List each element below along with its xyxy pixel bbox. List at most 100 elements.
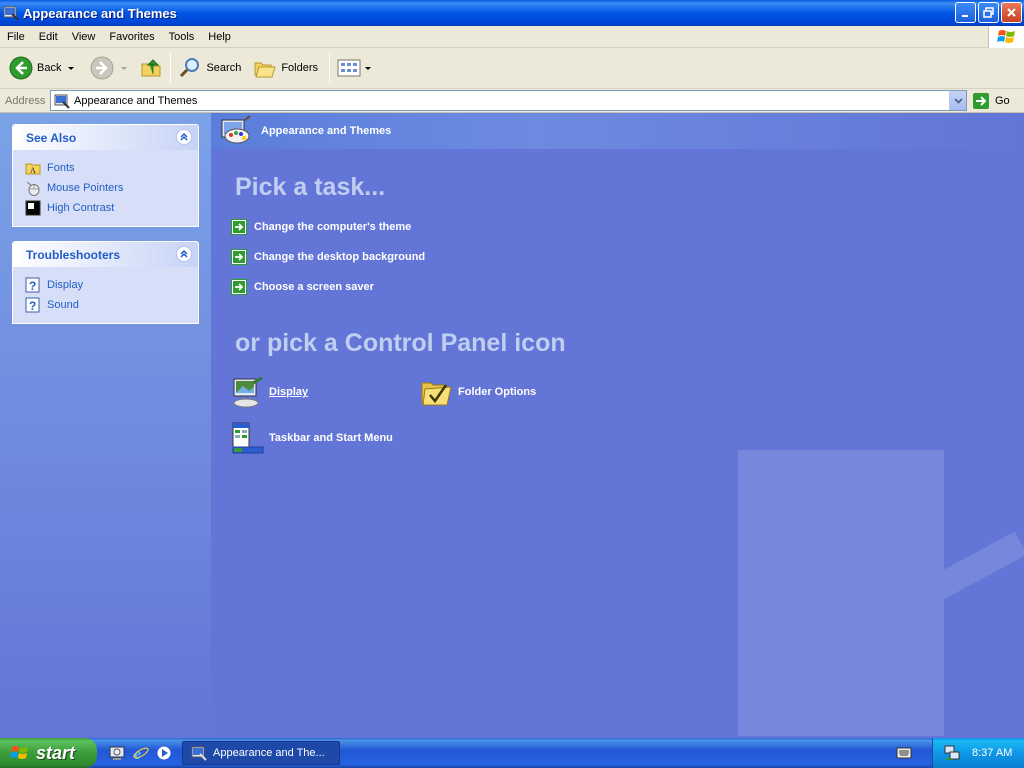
chevron-up-double-icon (180, 249, 188, 258)
folders-label: Folders (281, 62, 319, 74)
taskbar-item-label: Appearance and The... (213, 747, 325, 759)
media-player-icon[interactable] (155, 744, 173, 762)
menu-edit[interactable]: Edit (32, 31, 65, 43)
main-content-pane: Appearance and Themes Pick a task... Cha… (211, 113, 1024, 738)
search-icon (180, 58, 200, 78)
search-label: Search (206, 62, 242, 74)
minimize-icon (962, 15, 968, 17)
toolbar-separator (329, 53, 331, 83)
category-title: Appearance and Themes (261, 125, 392, 137)
sidebar-item-label: Fonts (47, 162, 75, 174)
back-button[interactable]: Back (6, 51, 77, 85)
task-choose-screen-saver[interactable]: Choose a screen saver (231, 279, 374, 295)
menu-file[interactable]: File (0, 31, 32, 43)
network-icon[interactable] (943, 744, 961, 762)
keyboard-icon[interactable] (896, 746, 912, 760)
restore-button[interactable] (978, 2, 999, 23)
fonts-folder-icon: A (25, 163, 41, 175)
sidebar-item-display-troubleshooter[interactable]: ? Display (25, 275, 198, 295)
sidebar-item-label: Display (47, 279, 84, 291)
task-arrow-icon (231, 249, 247, 265)
chevron-up-double-icon (180, 132, 188, 141)
control-panel-display[interactable]: Display (231, 375, 308, 409)
taskbar-item-appearance-themes[interactable]: Appearance and The... (182, 741, 340, 765)
troubleshooters-title: Troubleshooters (26, 247, 121, 262)
control-panel-taskbar-start-menu[interactable]: Taskbar and Start Menu (231, 421, 393, 455)
up-button[interactable] (136, 51, 166, 85)
forward-arrow-icon (90, 56, 114, 80)
views-dropdown-caret[interactable] (365, 66, 372, 70)
category-header: Appearance and Themes (211, 113, 1024, 149)
control-panel-icon (3, 6, 19, 21)
sidebar-item-high-contrast[interactable]: High Contrast (25, 198, 198, 218)
standard-toolbar: Back Search Folders (0, 48, 1024, 89)
svg-text:A: A (30, 166, 36, 175)
clock[interactable]: 8:37 AM (972, 747, 1012, 759)
address-label: Address (5, 94, 46, 107)
system-tray: 8:37 AM (932, 738, 1024, 768)
troubleshooters-panel: Troubleshooters ? Display ? Sound (12, 241, 199, 324)
task-change-desktop-background[interactable]: Change the desktop background (231, 249, 425, 265)
control-panel-folder-options-label: Folder Options (458, 386, 537, 398)
control-panel-folder-options[interactable]: Folder Options (420, 375, 536, 409)
windows-flag-icon (10, 746, 28, 759)
start-button[interactable]: start (0, 738, 97, 768)
sidebar-item-mouse-pointers[interactable]: Mouse Pointers (25, 178, 198, 198)
taskbar-icon (232, 422, 264, 454)
title-bar[interactable]: Appearance and Themes (0, 0, 1024, 26)
control-panel-icon (54, 94, 70, 109)
mouse-icon (26, 181, 40, 196)
go-arrow-icon (973, 92, 989, 109)
folders-button[interactable]: Folders (250, 51, 321, 85)
or-pick-icon-heading: or pick a Control Panel icon (235, 329, 566, 357)
control-panel-taskbar-label: Taskbar and Start Menu (269, 432, 393, 444)
troubleshooters-collapse-button[interactable] (176, 246, 192, 262)
sidebar-item-label: Sound (47, 299, 79, 311)
minimize-button[interactable] (955, 2, 976, 23)
menu-favorites[interactable]: Favorites (102, 31, 161, 43)
sidebar-item-label: High Contrast (47, 202, 115, 214)
see-also-header[interactable]: See Also (13, 125, 198, 150)
sidebar-item-label: Mouse Pointers (47, 182, 124, 194)
address-dropdown-button[interactable] (949, 91, 966, 110)
task-change-theme[interactable]: Change the computer's theme (231, 219, 411, 235)
back-dropdown-caret[interactable] (68, 66, 75, 70)
sidebar-item-fonts[interactable]: A Fonts (25, 158, 198, 178)
help-icon: ? (25, 277, 40, 293)
close-icon (1007, 8, 1016, 17)
troubleshooters-header[interactable]: Troubleshooters (13, 242, 198, 267)
folders-icon (254, 62, 277, 78)
search-button[interactable]: Search (175, 51, 244, 85)
windows-flag-icon (996, 30, 1015, 43)
folder-options-icon (421, 382, 452, 406)
menu-view[interactable]: View (65, 31, 103, 43)
forward-button[interactable] (87, 51, 130, 85)
views-button[interactable] (334, 51, 374, 85)
address-input[interactable]: Appearance and Themes (50, 90, 967, 111)
pick-task-heading: Pick a task... (235, 173, 386, 201)
go-button[interactable]: Go (972, 92, 1010, 110)
see-also-collapse-button[interactable] (176, 129, 192, 145)
taskbar: start e Appearance and The... 8:37 AM (0, 738, 1024, 768)
appearance-themes-icon (221, 115, 251, 144)
windows-flag-logo (988, 26, 1024, 48)
restore-icon (983, 7, 994, 18)
show-desktop-icon[interactable] (108, 744, 126, 762)
close-button[interactable] (1001, 2, 1022, 23)
menu-tools[interactable]: Tools (162, 31, 202, 43)
window-title: Appearance and Themes (23, 5, 177, 21)
menu-help[interactable]: Help (201, 31, 238, 43)
svg-text:?: ? (29, 279, 36, 293)
go-label: Go (995, 94, 1010, 107)
sidebar-item-sound-troubleshooter[interactable]: ? Sound (25, 295, 198, 315)
task-arrow-icon (231, 219, 247, 235)
task-label: Change the computer's theme (254, 221, 412, 233)
svg-text:?: ? (29, 299, 36, 313)
task-watermark-graphic (738, 450, 1024, 736)
start-label: start (36, 742, 76, 763)
display-icon (233, 376, 263, 408)
chevron-down-icon (953, 97, 963, 104)
internet-explorer-icon[interactable]: e (132, 744, 150, 762)
back-label: Back (37, 62, 62, 74)
forward-dropdown-caret[interactable] (121, 66, 128, 70)
